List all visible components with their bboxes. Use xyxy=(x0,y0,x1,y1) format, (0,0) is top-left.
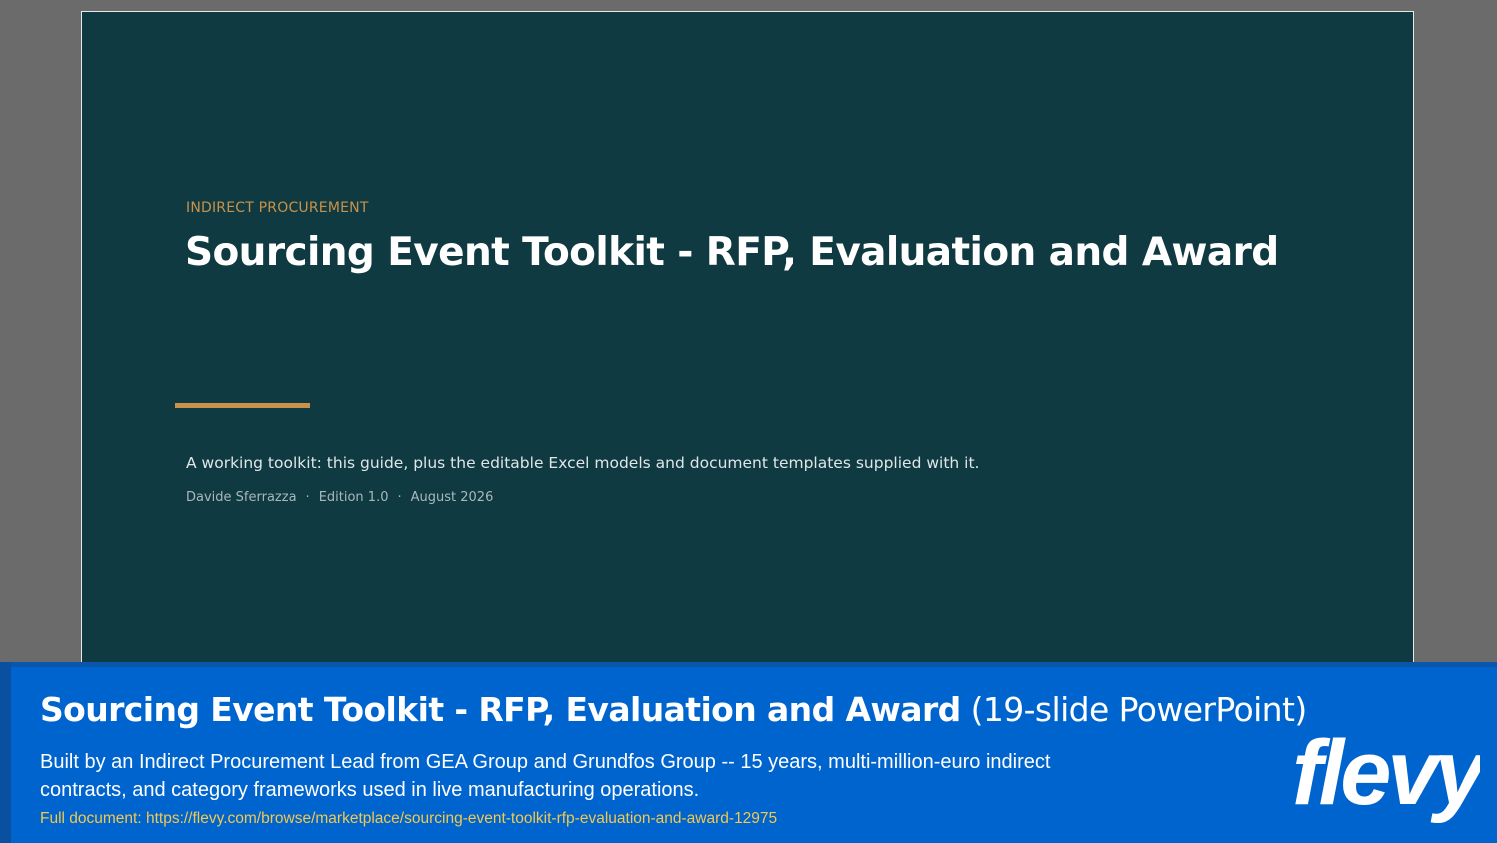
banner-title: Sourcing Event Toolkit - RFP, Evaluation… xyxy=(40,690,1307,729)
meta-edition: Edition 1.0 xyxy=(318,490,389,505)
product-banner: Sourcing Event Toolkit - RFP, Evaluation… xyxy=(0,662,1497,843)
banner-left-edge xyxy=(0,662,11,843)
meta-separator: · xyxy=(397,490,402,505)
flevy-logo[interactable]: flevy xyxy=(1288,726,1480,826)
slide-kicker: INDIRECT PROCUREMENT xyxy=(186,200,369,216)
accent-rule xyxy=(175,403,310,408)
flevy-logo-text: flevy xyxy=(1292,726,1480,824)
banner-title-main: Sourcing Event Toolkit - RFP, Evaluation… xyxy=(40,690,961,729)
banner-description: Built by an Indirect Procurement Lead fr… xyxy=(40,751,1051,801)
meta-author: Davide Sferrazza xyxy=(186,490,297,505)
slide-canvas: INDIRECT PROCUREMENT Sourcing Event Tool… xyxy=(81,11,1414,671)
slide-subtitle: A working toolkit: this guide, plus the … xyxy=(186,454,980,472)
slide-meta: Davide Sferrazza · Edition 1.0 · August 2026 xyxy=(186,490,493,505)
banner-title-format: (19-slide PowerPoint) xyxy=(970,690,1308,729)
slide-title: Sourcing Event Toolkit - RFP, Evaluation… xyxy=(185,230,1279,275)
banner-top-border xyxy=(0,662,1497,667)
meta-date: August 2026 xyxy=(410,490,494,505)
full-document-link[interactable]: Full document: https://flevy.com/browse/… xyxy=(40,810,777,828)
meta-separator: · xyxy=(305,490,310,505)
